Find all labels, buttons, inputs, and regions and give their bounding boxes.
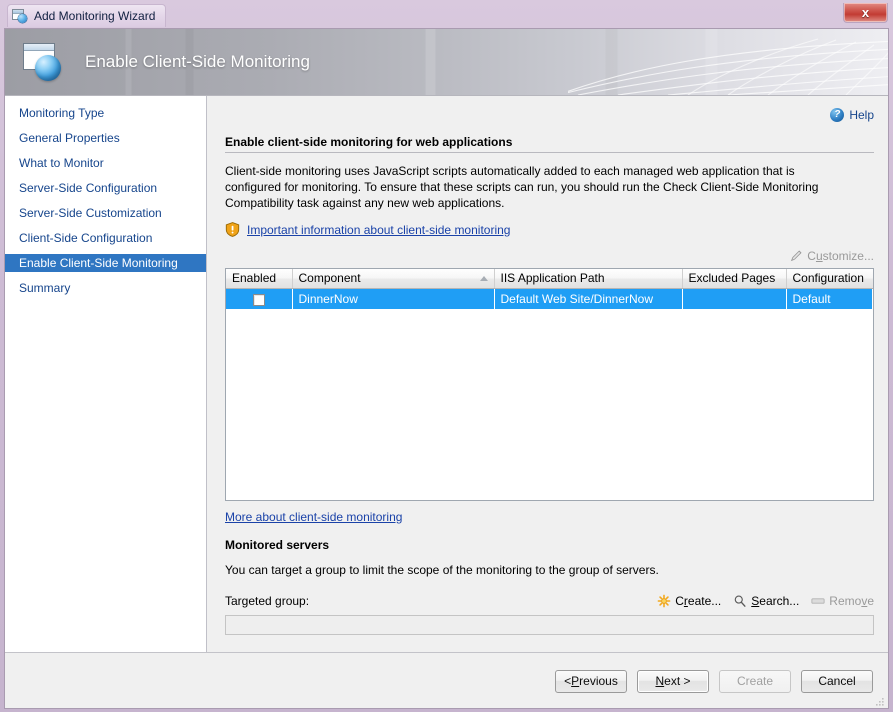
row-component-cell: DinnerNow	[292, 288, 494, 309]
customize-button: Customize...	[807, 249, 874, 263]
remove-icon	[811, 595, 825, 607]
starburst-icon	[657, 594, 671, 608]
sidebar-item-summary[interactable]: Summary	[5, 279, 206, 297]
column-header-configuration[interactable]: Configuration	[786, 269, 873, 288]
targeted-group-label: Targeted group:	[225, 594, 309, 608]
help-link[interactable]: Help	[849, 108, 874, 122]
table-row[interactable]: DinnerNow Default Web Site/DinnerNow Def…	[226, 288, 873, 309]
sidebar-item-monitoring-type[interactable]: Monitoring Type	[5, 104, 206, 122]
wizard-body: Monitoring Type General Properties What …	[5, 95, 888, 652]
wizard-footer: < Previous Next > Create Cancel	[5, 652, 888, 709]
wizard-window-icon	[12, 8, 28, 24]
close-icon: x	[862, 6, 869, 19]
sidebar-item-client-side-configuration[interactable]: Client-Side Configuration	[5, 229, 206, 247]
wizard-content-panel: ? Help Enable client-side monitoring for…	[207, 96, 888, 652]
row-iis-application-path-cell: Default Web Site/DinnerNow	[494, 288, 682, 309]
grid-header-row: Enabled Component IIS Application Path E…	[226, 269, 873, 288]
customize-row: Customize...	[225, 247, 874, 265]
next-button[interactable]: Next >	[637, 670, 709, 693]
sidebar-item-enable-client-side-monitoring[interactable]: Enable Client-Side Monitoring	[5, 254, 206, 272]
row-excluded-pages-cell	[682, 288, 786, 309]
group-action-links: Create... Search...	[657, 594, 874, 608]
search-button[interactable]: Search...	[733, 594, 799, 608]
wizard-window: Add Monitoring Wizard x	[0, 0, 893, 712]
window-title: Add Monitoring Wizard	[34, 9, 155, 23]
monitored-servers-description: You can target a group to limit the scop…	[225, 562, 845, 578]
important-info-row: Important information about client-side …	[225, 222, 874, 237]
column-header-component[interactable]: Component	[292, 269, 494, 288]
banner-mesh-graphic	[568, 29, 888, 95]
column-header-excluded-pages[interactable]: Excluded Pages	[682, 269, 786, 288]
sidebar-item-general-properties[interactable]: General Properties	[5, 129, 206, 147]
help-row: ? Help	[225, 96, 874, 124]
create-button[interactable]: Create...	[657, 594, 721, 608]
help-icon: ?	[830, 108, 844, 122]
close-button[interactable]: x	[843, 3, 888, 23]
sort-ascending-icon	[480, 276, 488, 281]
important-information-link[interactable]: Important information about client-side …	[247, 223, 510, 237]
title-bar-tab: Add Monitoring Wizard	[7, 4, 166, 27]
page-description: Client-side monitoring uses JavaScript s…	[225, 163, 845, 211]
column-header-iis-application-path[interactable]: IIS Application Path	[494, 269, 682, 288]
banner-title: Enable Client-Side Monitoring	[85, 52, 310, 72]
wizard-banner: Enable Client-Side Monitoring	[5, 29, 888, 95]
cancel-button[interactable]: Cancel	[801, 670, 873, 693]
warning-shield-icon	[225, 222, 240, 237]
wizard-step-sidebar: Monitoring Type General Properties What …	[5, 96, 207, 652]
search-icon	[733, 594, 747, 608]
pencil-icon	[789, 249, 803, 263]
wizard-banner-icon	[21, 41, 67, 83]
sidebar-item-what-to-monitor[interactable]: What to Monitor	[5, 154, 206, 172]
monitored-servers-title: Monitored servers	[225, 538, 874, 552]
resize-grip-icon[interactable]	[873, 695, 885, 707]
page-title: Enable client-side monitoring for web ap…	[225, 135, 874, 153]
targeted-group-row: Targeted group:	[225, 592, 874, 610]
sidebar-item-server-side-configuration[interactable]: Server-Side Configuration	[5, 179, 206, 197]
remove-button: Remove	[811, 594, 874, 608]
window-client-area: Enable Client-Side Monitoring Monitoring…	[4, 28, 889, 709]
row-configuration-cell: Default	[786, 288, 873, 309]
web-applications-grid[interactable]: Enabled Component IIS Application Path E…	[225, 268, 874, 501]
column-header-enabled[interactable]: Enabled	[226, 269, 292, 288]
targeted-group-input[interactable]	[225, 615, 874, 635]
sidebar-item-server-side-customization[interactable]: Server-Side Customization	[5, 204, 206, 222]
enabled-checkbox[interactable]	[253, 294, 265, 306]
title-bar: Add Monitoring Wizard x	[4, 3, 889, 28]
more-about-client-side-monitoring-link[interactable]: More about client-side monitoring	[225, 510, 402, 524]
row-enabled-cell	[226, 288, 292, 309]
previous-button[interactable]: < Previous	[555, 670, 627, 693]
create-wizard-button: Create	[719, 670, 791, 693]
